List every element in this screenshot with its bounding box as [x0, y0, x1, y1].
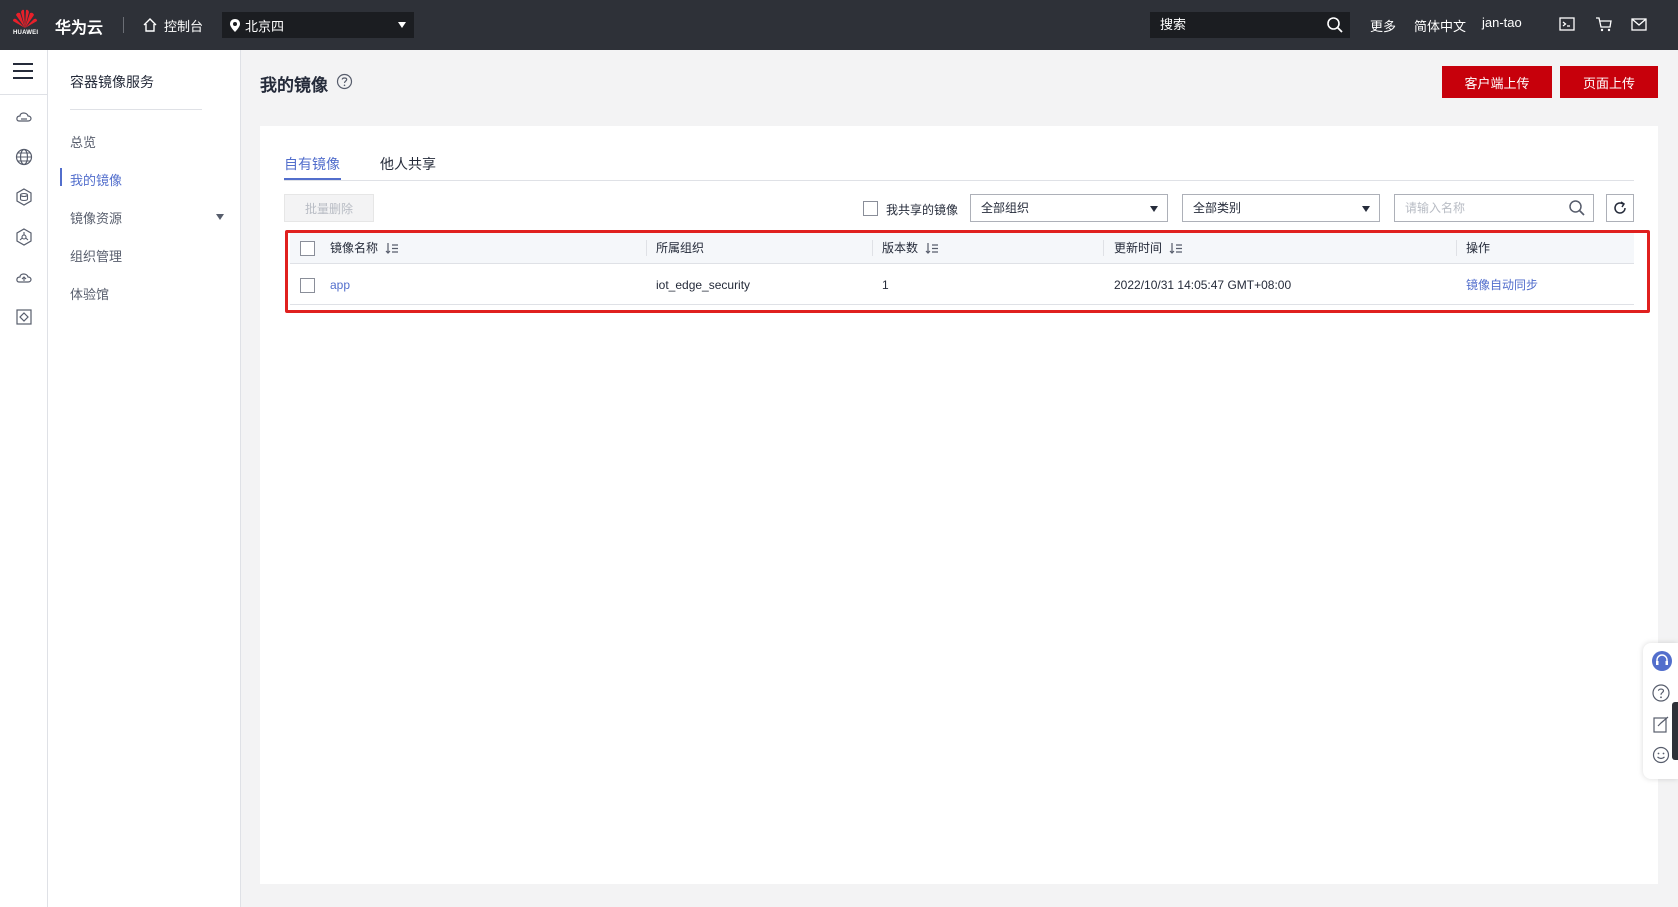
sort-icon[interactable]: [385, 242, 399, 254]
customer-service-icon[interactable]: [1651, 650, 1672, 671]
column-header-updated: 更新时间: [1114, 232, 1183, 264]
sidebar-item-overview[interactable]: 总览: [70, 132, 96, 151]
service-icon-rail: [0, 50, 48, 907]
search-placeholder: 搜索: [1160, 17, 1187, 32]
table-header: 镜像名称 所属组织 版本数 更新时间 操作: [290, 232, 1634, 264]
panel-drag-handle[interactable]: [1672, 702, 1678, 760]
image-list-card: 自有镜像 他人共享 批量删除 我共享的镜像 全部组织 全部类别 镜像名称 所属组…: [260, 126, 1658, 884]
versions-cell: 1: [882, 278, 889, 292]
terminal-icon[interactable]: [1558, 15, 1578, 35]
type-select-value: 全部类别: [1193, 201, 1242, 215]
cloud-upload-icon[interactable]: [14, 267, 34, 287]
column-header-label: 版本数: [882, 241, 919, 255]
sort-icon[interactable]: [925, 242, 939, 254]
refresh-button[interactable]: [1606, 194, 1634, 222]
page-upload-button[interactable]: 页面上传: [1560, 66, 1658, 98]
refresh-icon: [1614, 201, 1626, 214]
global-search-input[interactable]: 搜索: [1150, 12, 1350, 38]
smiley-icon[interactable]: [1651, 745, 1671, 765]
shared-by-me-checkbox[interactable]: [863, 201, 878, 216]
divider: [70, 109, 202, 110]
cloud-server-icon[interactable]: [14, 107, 34, 127]
column-header-organization: 所属组织: [656, 232, 704, 264]
service-sidebar: 容器镜像服务 总览 我的镜像 镜像资源 组织管理 体验馆: [48, 50, 241, 907]
language-selector[interactable]: 简体中文: [1414, 16, 1466, 35]
network-icon[interactable]: [14, 227, 34, 247]
top-navigation-bar: HUAWEI 华为云 控制台 北京四 搜索 更多 简体中文 jan-tao: [0, 0, 1678, 50]
column-header-actions: 操作: [1466, 232, 1490, 264]
tab-divider: [284, 180, 1634, 181]
sidebar-item-experience[interactable]: 体验馆: [70, 284, 109, 303]
brand-name[interactable]: 华为云: [55, 14, 103, 38]
feedback-icon[interactable]: [1651, 715, 1671, 735]
name-search-input[interactable]: [1394, 194, 1594, 222]
location-pin-icon: [230, 18, 240, 32]
mail-icon[interactable]: [1630, 15, 1650, 35]
search-icon[interactable]: [1568, 199, 1586, 217]
cart-icon[interactable]: [1595, 15, 1615, 35]
divider: [123, 17, 124, 33]
search-icon[interactable]: [1326, 16, 1344, 34]
logo-text: HUAWEI: [13, 30, 39, 36]
chevron-down-icon: [1150, 206, 1158, 212]
database-icon[interactable]: [14, 187, 34, 207]
column-header-label: 更新时间: [1114, 241, 1163, 255]
sidebar-item-organization[interactable]: 组织管理: [70, 246, 122, 265]
column-header-versions: 版本数: [882, 232, 939, 264]
chevron-down-icon: [1362, 206, 1370, 212]
divider: [872, 240, 873, 256]
column-header-label: 所属组织: [656, 241, 705, 255]
active-indicator: [60, 168, 62, 186]
shared-by-me-label: 我共享的镜像: [886, 203, 959, 217]
home-icon: [143, 18, 157, 32]
help-icon[interactable]: [336, 73, 353, 90]
sidebar-item-my-images[interactable]: 我的镜像: [70, 170, 122, 189]
updated-time-cell: 2022/10/31 14:05:47 GMT+08:00: [1114, 278, 1292, 292]
page-title: 我的镜像: [260, 76, 328, 95]
batch-delete-button[interactable]: 批量删除: [284, 194, 374, 222]
container-icon[interactable]: [14, 307, 34, 327]
console-link[interactable]: 控制台: [142, 15, 203, 35]
column-header-name: 镜像名称: [330, 232, 399, 264]
more-menu[interactable]: 更多: [1370, 16, 1396, 35]
region-label: 北京四: [245, 18, 285, 34]
tab-own-images[interactable]: 自有镜像: [284, 154, 340, 174]
active-tab-indicator: [284, 178, 341, 180]
user-menu[interactable]: jan-tao: [1482, 15, 1522, 30]
hamburger-menu-icon[interactable]: [13, 63, 33, 81]
image-name-link[interactable]: app: [330, 265, 350, 305]
organization-select-value: 全部组织: [981, 201, 1030, 215]
divider: [646, 240, 647, 256]
row-checkbox[interactable]: [300, 278, 315, 293]
select-all-checkbox[interactable]: [300, 241, 315, 256]
table-row: app iot_edge_security 1 2022/10/31 14:05…: [290, 265, 1634, 305]
region-selector[interactable]: 北京四: [222, 12, 414, 38]
client-upload-button[interactable]: 客户端上传: [1442, 66, 1552, 98]
column-header-label: 镜像名称: [330, 241, 379, 255]
auto-sync-link[interactable]: 镜像自动同步: [1466, 265, 1538, 305]
console-label: 控制台: [164, 18, 204, 34]
organization-select[interactable]: 全部组织: [970, 194, 1168, 222]
globe-icon[interactable]: [14, 147, 34, 167]
divider: [1456, 240, 1457, 256]
organization-cell: iot_edge_security: [656, 278, 751, 292]
chevron-down-icon: [398, 22, 406, 28]
help-icon[interactable]: [1651, 683, 1671, 703]
sort-icon[interactable]: [1169, 242, 1183, 254]
divider: [1103, 240, 1104, 256]
sidebar-item-image-resources[interactable]: 镜像资源: [70, 208, 122, 227]
type-select[interactable]: 全部类别: [1182, 194, 1380, 222]
chevron-down-icon[interactable]: [216, 214, 224, 220]
service-title: 容器镜像服务: [70, 74, 154, 90]
divider: [0, 94, 48, 95]
huawei-logo-icon[interactable]: [10, 8, 44, 42]
column-header-label: 操作: [1466, 241, 1491, 255]
tab-shared-images[interactable]: 他人共享: [380, 154, 436, 174]
